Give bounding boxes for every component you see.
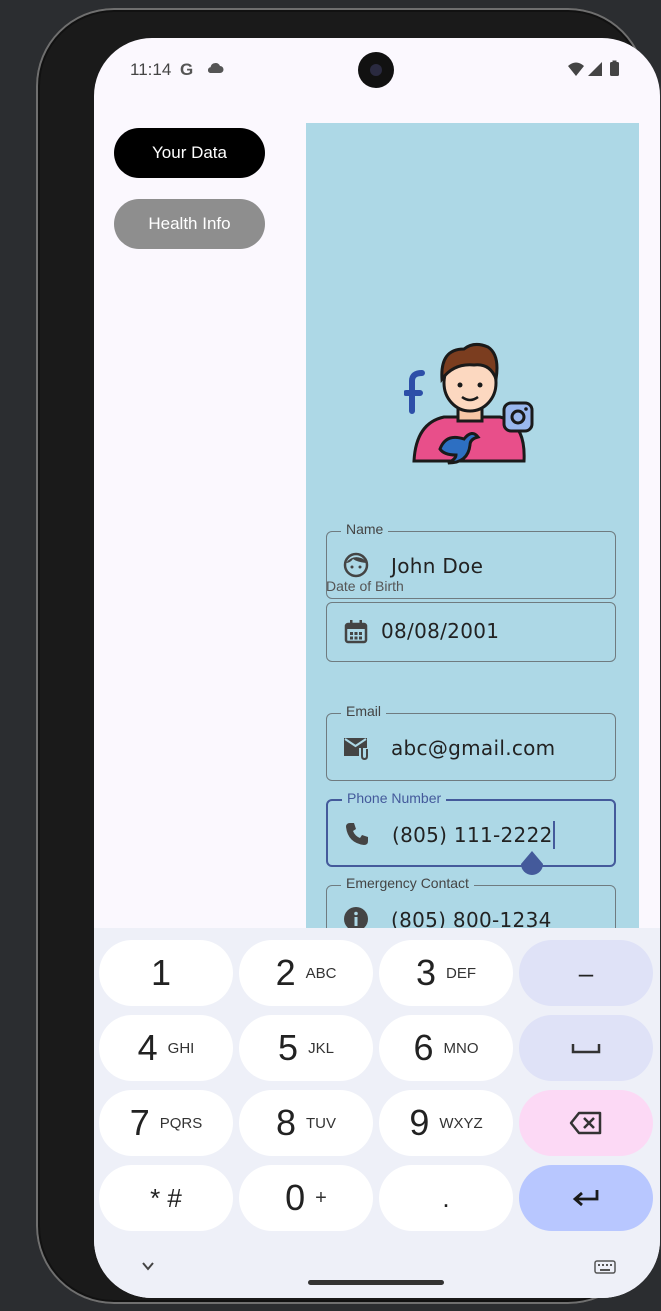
email-value: abc@gmail.com — [391, 736, 556, 760]
hide-keyboard-chevron-icon[interactable] — [140, 1260, 156, 1272]
star-hash-key[interactable]: * # — [99, 1165, 233, 1231]
key-2[interactable]: 2 ABC — [239, 940, 373, 1006]
key-2-number: 2 — [275, 952, 296, 993]
emergency-contact-label: Emergency Contact — [341, 875, 474, 891]
key-7-letters: PQRS — [159, 1114, 203, 1132]
clock: 11:14 — [130, 60, 172, 79]
key-4[interactable]: 4 GHI — [99, 1015, 233, 1081]
key-5-number: 5 — [278, 1027, 299, 1068]
key-4-number: 4 — [137, 1027, 158, 1068]
google-icon: G — [180, 60, 194, 79]
key-1[interactable]: 1 — [99, 940, 233, 1006]
screen: 11:14 G Your Data Health Info Name John … — [94, 38, 660, 1298]
key-3-number: 3 — [415, 952, 437, 993]
email-field-label: Email — [341, 703, 387, 719]
key-7[interactable]: 7 PQRS — [99, 1090, 233, 1156]
key-4-letters: GHI — [167, 1039, 195, 1057]
your-data-button[interactable]: Your Data — [114, 128, 265, 178]
space-key[interactable] — [519, 1015, 653, 1081]
phone-field-label: Phone Number — [342, 790, 447, 806]
key-6[interactable]: 6 MNO — [379, 1015, 513, 1081]
status-bar: 11:14 G — [94, 38, 660, 102]
wifi-icon — [568, 62, 584, 76]
dob-field-label: Date of Birth — [326, 578, 404, 594]
key-0-number: 0 — [285, 1177, 306, 1218]
dot-key-label: . — [442, 1182, 450, 1213]
key-9-number: 9 — [409, 1102, 430, 1143]
phone-frame: 11:14 G Your Data Health Info Name John … — [36, 8, 660, 1304]
profile-panel: Name John Doe Date of Birth 08/08/2001 E… — [306, 123, 639, 953]
signal-icon — [588, 62, 602, 76]
star-hash-label: * # — [150, 1182, 182, 1213]
key-8-letters: TUV — [306, 1114, 337, 1132]
phone-field[interactable]: Phone Number (805) 111-2222 — [326, 790, 616, 875]
face-icon — [343, 552, 369, 578]
key-5-letters: JKL — [308, 1039, 334, 1057]
calendar-icon — [344, 620, 368, 644]
phone-icon — [346, 823, 368, 845]
minus-key-label: – — [578, 957, 594, 988]
phone-value: (805) 111-2222 — [392, 823, 553, 847]
text-cursor — [553, 821, 555, 849]
key-3[interactable]: 3 DEF — [379, 940, 513, 1006]
backspace-key[interactable] — [519, 1090, 653, 1156]
email-field[interactable]: Email abc@gmail.com — [326, 703, 616, 781]
key-0-plus: + — [315, 1186, 327, 1209]
backspace-icon — [569, 1111, 602, 1135]
space-icon — [571, 1044, 601, 1054]
dot-key[interactable]: . — [379, 1165, 513, 1231]
health-info-button[interactable]: Health Info — [114, 199, 265, 249]
cursor-handle[interactable] — [519, 851, 545, 879]
battery-icon — [610, 60, 619, 76]
system-status-icons — [568, 60, 619, 76]
key-9[interactable]: 9 WXYZ — [379, 1090, 513, 1156]
enter-icon — [572, 1190, 599, 1207]
key-6-letters: MNO — [443, 1039, 479, 1057]
dob-field[interactable]: 08/08/2001 — [326, 602, 616, 662]
key-7-number: 7 — [129, 1102, 150, 1143]
key-3-letters: DEF — [446, 964, 477, 982]
cloud-icon — [207, 63, 224, 73]
minus-key[interactable]: – — [519, 940, 653, 1006]
name-value: John Doe — [391, 554, 484, 578]
dob-value: 08/08/2001 — [381, 619, 500, 643]
key-0[interactable]: 0 + — [239, 1165, 373, 1231]
key-9-letters: WXYZ — [439, 1114, 483, 1132]
social-avatar-illustration — [404, 342, 534, 465]
keyboard-switch-icon[interactable] — [594, 1260, 616, 1274]
key-5[interactable]: 5 JKL — [239, 1015, 373, 1081]
front-camera — [358, 52, 394, 88]
name-field-label: Name — [341, 521, 389, 537]
key-2-letters: ABC — [305, 964, 337, 982]
mail-attachment-icon — [344, 738, 368, 760]
key-8[interactable]: 8 TUV — [239, 1090, 373, 1156]
numeric-keyboard: 1 2 ABC 3 DEF – 4 GHI 5 JKL 6 MNO 7 PQRS 8 TUV … — [94, 928, 660, 1298]
home-indicator[interactable] — [308, 1280, 444, 1285]
key-6-number: 6 — [413, 1027, 434, 1068]
key-8-number: 8 — [275, 1102, 297, 1143]
enter-key[interactable] — [519, 1165, 653, 1231]
key-1-number: 1 — [150, 952, 172, 993]
